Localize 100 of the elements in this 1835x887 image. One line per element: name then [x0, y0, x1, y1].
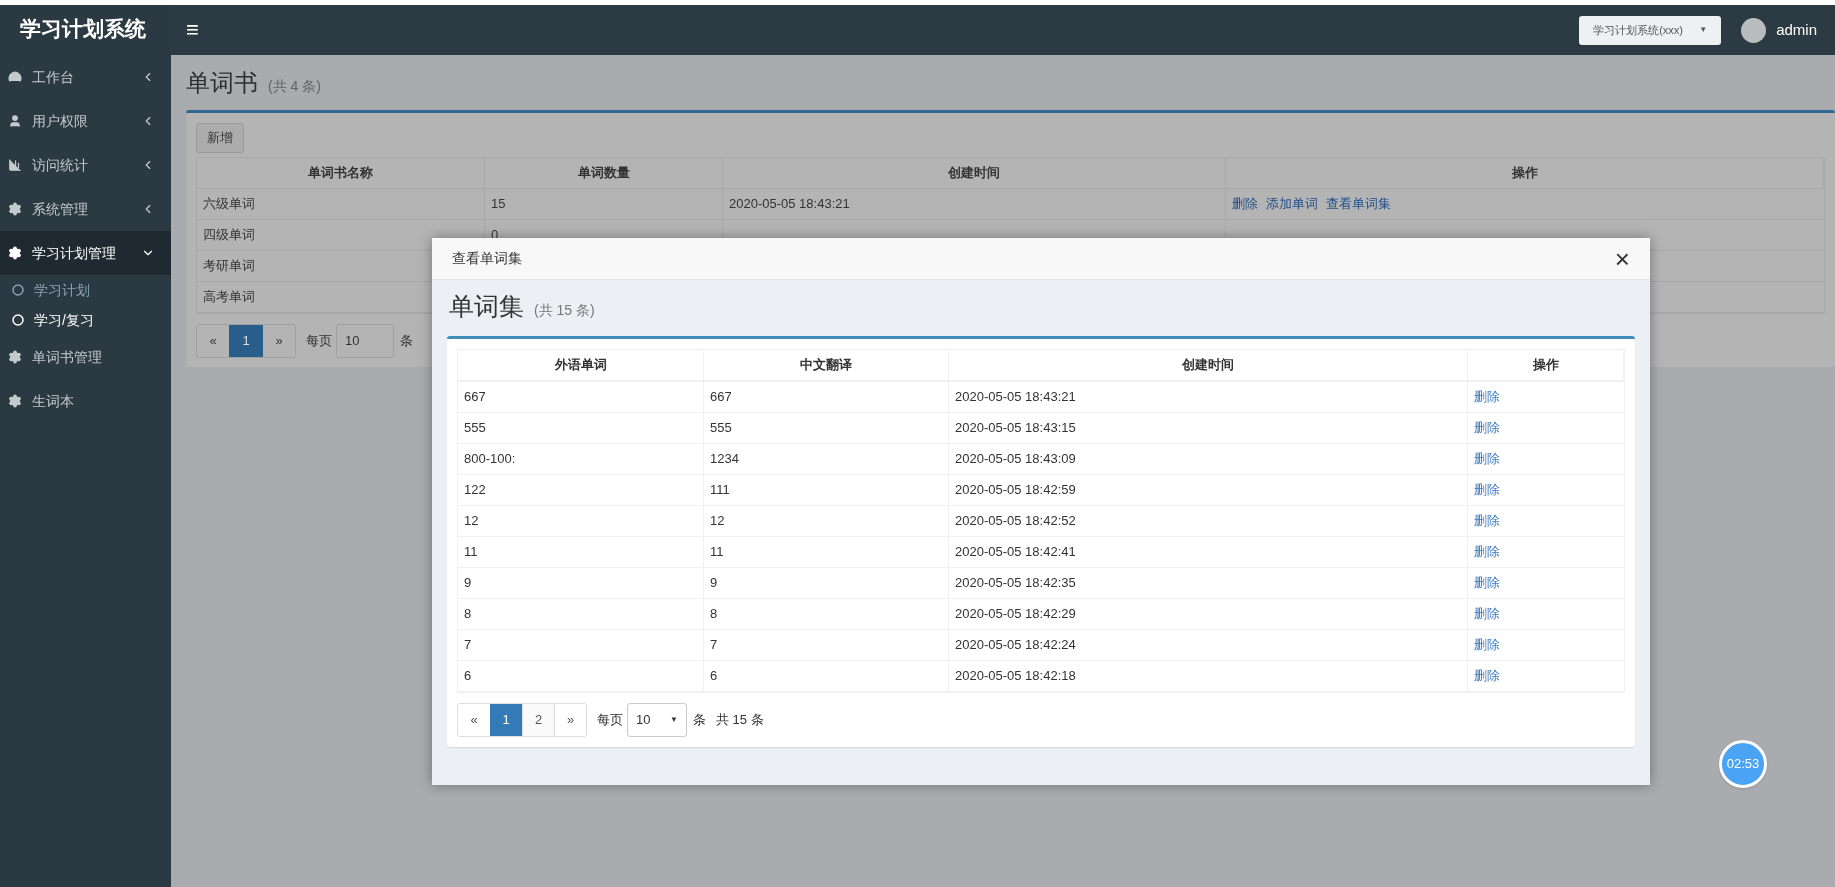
- table-cell-text: 9: [464, 574, 472, 593]
- delete-link[interactable]: 删除: [1474, 573, 1500, 593]
- delete-link[interactable]: 删除: [1474, 542, 1500, 562]
- table-cell-text: 2020-05-05 18:43:09: [955, 450, 1076, 469]
- record-count: (共 4 条): [268, 77, 321, 96]
- gear-icon: [8, 246, 22, 260]
- table-cell-text: 2020-05-05 18:43:21: [729, 195, 850, 214]
- sidebar-item[interactable]: 学习计划管理: [0, 231, 171, 275]
- avatar-icon: [1741, 17, 1767, 43]
- delete-link[interactable]: 删除: [1474, 604, 1500, 624]
- table-cell-text: 8: [464, 605, 472, 624]
- table-cell-text: 2020-05-05 18:42:35: [955, 574, 1076, 593]
- table-cell-text: 122: [464, 481, 486, 500]
- column-header: 外语单词: [554, 356, 607, 375]
- table-cell-text: 15: [491, 195, 506, 214]
- delete-link[interactable]: 删除: [1474, 418, 1500, 438]
- delete-link[interactable]: 删除: [1474, 387, 1500, 407]
- table-cell-text: 2020-05-05 18:43:15: [955, 419, 1076, 438]
- per-page-select[interactable]: 10 ▼: [627, 703, 687, 737]
- table-cell-text: 四级单词: [203, 226, 255, 245]
- table-cell-text: 2020-05-05 18:42:29: [955, 605, 1076, 624]
- table-cell-text: 2020-05-05 18:42:41: [955, 543, 1076, 562]
- menu-icon[interactable]: ≡: [186, 19, 199, 41]
- circle-icon: [12, 284, 24, 296]
- column-header: 中文翻译: [800, 356, 852, 375]
- table-cell-text: 667: [710, 388, 732, 407]
- table-cell-text: 7: [464, 636, 472, 655]
- table-cell-text: 1234: [710, 450, 739, 469]
- delete-link[interactable]: 删除: [1474, 480, 1500, 500]
- table-cell-text: 12: [710, 512, 725, 531]
- table-cell-text: 2020-05-05 18:42:18: [955, 667, 1076, 686]
- system-select[interactable]: 学习计划系统(xxx) ▼: [1579, 15, 1722, 45]
- table-cell-text: 2020-05-05 18:42:24: [955, 636, 1076, 655]
- table-cell-text: 667: [464, 388, 486, 407]
- unit-label: 条: [693, 711, 706, 730]
- record-count: (共 15 条): [534, 301, 595, 320]
- user-icon: [8, 114, 22, 128]
- table-cell-text: 考研单词: [203, 257, 255, 276]
- column-header: 单词书名称: [308, 164, 373, 183]
- table-cell-text: 六级单词: [203, 195, 255, 214]
- table-cell-text: 2020-05-05 18:43:21: [955, 388, 1076, 407]
- table-cell-text: 高考单词: [203, 288, 255, 307]
- circle-icon: [12, 314, 24, 326]
- sidebar-item[interactable]: 单词书管理: [0, 335, 171, 379]
- column-header: 操作: [1511, 164, 1538, 183]
- sidebar-item[interactable]: 系统管理: [0, 187, 171, 231]
- table-cell-text: 2020-05-05 18:42:52: [955, 512, 1076, 531]
- gear-icon: [8, 394, 22, 408]
- sidebar-subitem[interactable]: 学习计划: [0, 275, 171, 305]
- action-link[interactable]: 查看单词集: [1326, 194, 1391, 214]
- sidebar-item[interactable]: 工作台: [0, 55, 171, 99]
- table-cell-text: 12: [464, 512, 479, 531]
- modal-title: 查看单词集: [452, 249, 523, 268]
- action-link[interactable]: 添加单词: [1266, 194, 1318, 214]
- table-cell-text: 8: [710, 605, 718, 624]
- table-cell-text: 555: [464, 419, 486, 438]
- action-link[interactable]: 删除: [1232, 194, 1258, 214]
- previous-page-button[interactable]: «: [197, 325, 229, 357]
- unit-label: 条: [400, 332, 413, 351]
- table-cell-text: 2020-05-05 18:42:59: [955, 481, 1076, 500]
- page-button[interactable]: 1: [490, 704, 522, 736]
- sidebar-subitem[interactable]: 学习/复习: [0, 305, 171, 335]
- gear-icon: [8, 350, 22, 364]
- modal-heading: 单词集: [449, 291, 524, 322]
- total-label: 共 15 条: [716, 711, 764, 730]
- per-page-select[interactable]: 10: [336, 324, 394, 358]
- user-name[interactable]: admin: [1776, 18, 1817, 42]
- table-cell-text: 6: [710, 667, 718, 686]
- delete-link[interactable]: 删除: [1474, 635, 1500, 655]
- table-cell-text: 9: [710, 574, 718, 593]
- page-title: 单词书: [186, 68, 258, 98]
- sidebar-item[interactable]: 访问统计: [0, 143, 171, 187]
- close-icon[interactable]: ×: [1614, 245, 1630, 272]
- next-page-button[interactable]: »: [554, 704, 586, 736]
- page-button[interactable]: 1: [229, 325, 263, 357]
- table-cell-text: 555: [710, 419, 732, 438]
- next-page-button[interactable]: »: [263, 325, 295, 357]
- add-button[interactable]: 新增: [196, 123, 244, 153]
- delete-link[interactable]: 删除: [1474, 511, 1500, 531]
- column-header: 创建时间: [1182, 356, 1234, 375]
- per-page-label: 每页: [306, 332, 332, 351]
- table-cell-text: 7: [710, 636, 718, 655]
- gauge-icon: [8, 70, 22, 84]
- previous-page-button[interactable]: «: [458, 704, 490, 736]
- gear-icon: [8, 202, 22, 216]
- delete-link[interactable]: 删除: [1474, 449, 1500, 469]
- delete-link[interactable]: 删除: [1474, 666, 1500, 686]
- table-cell-text: 800-100:: [464, 450, 516, 469]
- sidebar-item[interactable]: 用户权限: [0, 99, 171, 143]
- column-header: 创建时间: [948, 164, 1000, 183]
- page-button[interactable]: 2: [522, 704, 554, 736]
- brand-title: 学习计划系统: [20, 16, 146, 44]
- column-header: 操作: [1532, 356, 1559, 375]
- table-cell-text: 111: [710, 481, 730, 500]
- table-cell-text: 11: [464, 543, 478, 562]
- column-header: 单词数量: [577, 164, 630, 183]
- table-cell-text: 11: [710, 543, 724, 562]
- sidebar-item[interactable]: 生词本: [0, 379, 171, 423]
- table-cell-text: 6: [464, 667, 472, 686]
- per-page-label: 每页: [597, 711, 623, 730]
